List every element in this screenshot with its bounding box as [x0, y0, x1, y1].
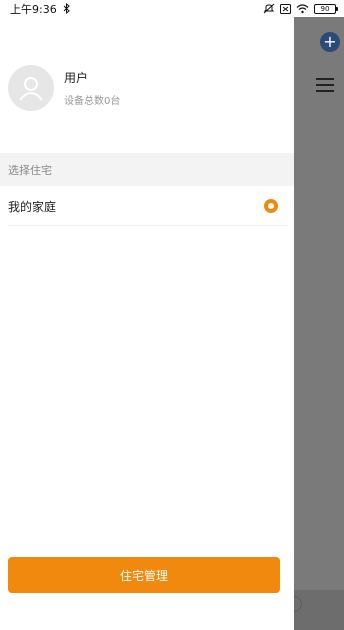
bottom-tab-bar-fragment: [294, 590, 344, 630]
mute-icon: [263, 3, 275, 14]
section-header-select-home: 选择住宅: [0, 153, 294, 186]
avatar[interactable]: [8, 65, 54, 111]
add-icon[interactable]: +: [320, 32, 340, 52]
bluetooth-icon: [63, 3, 70, 14]
device-count: 设备总数0台: [64, 96, 121, 107]
radio-selected-icon[interactable]: [264, 199, 278, 213]
user-icon: [19, 77, 43, 101]
user-profile[interactable]: 用户 设备总数0台: [8, 65, 120, 111]
status-bar: 上午9:36 90: [0, 0, 344, 17]
home-management-button[interactable]: 住宅管理: [8, 557, 280, 593]
user-name: 用户: [64, 71, 89, 85]
status-time: 上午9:36: [10, 2, 57, 16]
sim-card-icon: [280, 3, 291, 14]
screen: + 上午9:36 90 用户 设备总数0台 选择住宅 我的家庭 住宅管理: [0, 0, 344, 630]
wifi-icon: [296, 3, 309, 14]
side-drawer: 用户 设备总数0台 选择住宅 我的家庭 住宅管理: [0, 17, 294, 630]
menu-icon[interactable]: [316, 78, 334, 92]
home-label: 我的家庭: [8, 199, 57, 214]
home-list-item[interactable]: 我的家庭: [8, 187, 288, 226]
battery-icon: 90: [314, 3, 338, 14]
